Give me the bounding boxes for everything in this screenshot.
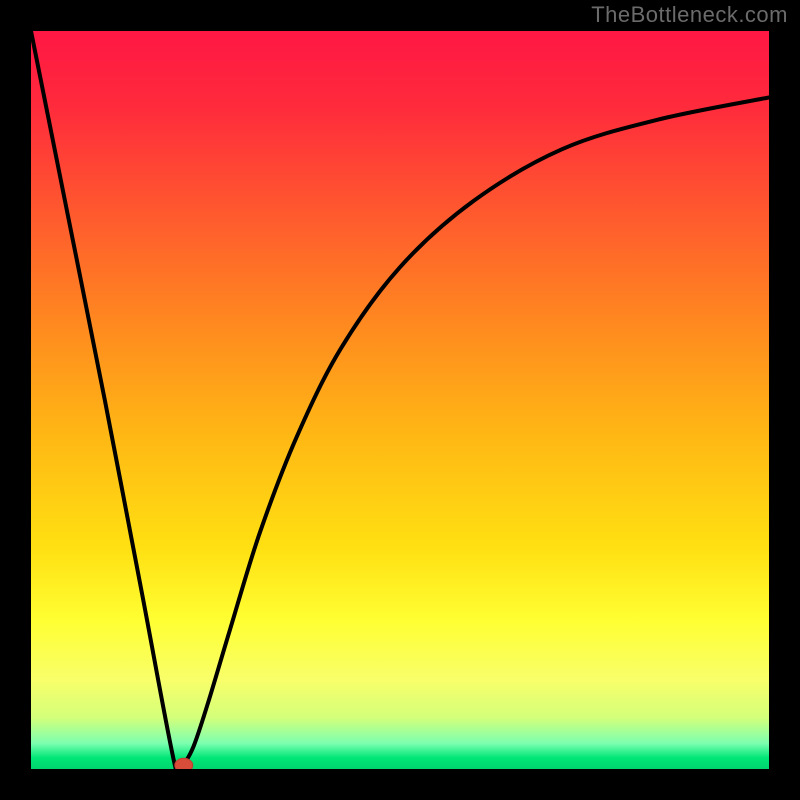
watermark-text: TheBottleneck.com <box>591 2 788 28</box>
chart-frame: TheBottleneck.com <box>0 0 800 800</box>
optimal-marker <box>31 31 769 769</box>
